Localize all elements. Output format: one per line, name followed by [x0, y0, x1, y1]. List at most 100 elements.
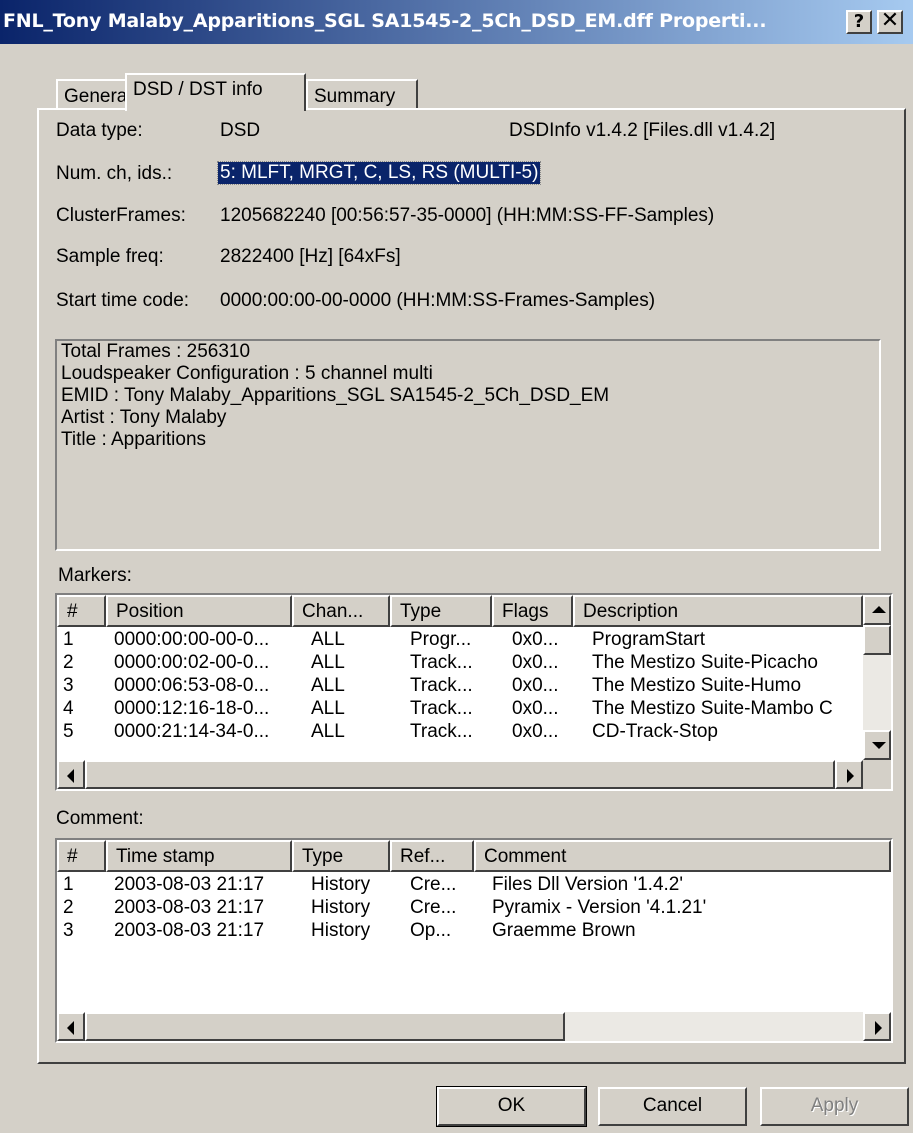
tab-general[interactable]: General — [56, 79, 132, 109]
comments-header: # Time stamp Type Ref... Comment — [57, 840, 891, 872]
markers-scroll-track[interactable] — [863, 655, 891, 730]
marker-cell: Progr... — [410, 629, 472, 650]
arrow-up-icon — [872, 606, 886, 613]
ok-button[interactable]: OK — [436, 1086, 587, 1127]
sample-freq-label: Sample freq: — [56, 246, 164, 267]
marker-cell: ALL — [311, 652, 345, 673]
textbox-line: Title : Apparitions — [61, 429, 207, 450]
size-corner — [863, 760, 891, 789]
markers-col-flags[interactable]: Flags — [492, 595, 573, 627]
textbox-line: Artist : Tony Malaby — [61, 407, 227, 428]
marker-cell: ALL — [311, 629, 345, 650]
marker-cell: Track... — [410, 721, 473, 742]
apply-button[interactable]: Apply — [760, 1087, 909, 1126]
num-channels-label: Num. ch, ids.: — [56, 163, 173, 184]
marker-cell: 0x0... — [512, 652, 559, 673]
version-text: DSDInfo v1.4.2 [Files.dll v1.4.2] — [509, 120, 776, 141]
tab-summary[interactable]: Summary — [306, 79, 418, 109]
marker-cell: 0x0... — [512, 675, 559, 696]
markers-hscroll-thumb[interactable] — [85, 760, 835, 789]
comment-cell: Files Dll Version '1.4.2' — [492, 874, 684, 895]
marker-cell: 0000:21:14-34-0... — [114, 721, 270, 742]
markers-scroll-left[interactable] — [57, 760, 85, 789]
marker-row[interactable]: 1 0000:00:00-00-0... ALL Progr... 0x0... Prog… — [57, 628, 863, 651]
comment-cell: History — [311, 897, 371, 918]
cluster-frames-value: 1205682240 [00:56:57-35-0000] (HH:MM:SS-… — [220, 205, 715, 226]
close-button[interactable]: ✕ — [877, 10, 903, 34]
marker-cell: 1 — [63, 629, 74, 650]
cancel-button[interactable]: Cancel — [598, 1087, 747, 1126]
comment-cell: Op... — [410, 920, 452, 941]
arrow-right-icon — [847, 769, 854, 783]
tab-dsd-dst-info[interactable]: DSD / DST info — [125, 73, 306, 111]
num-channels-value[interactable]: 5: MLFT, MRGT, C, LS, RS (MULTI-5) — [216, 161, 542, 185]
markers-scroll-down[interactable] — [863, 730, 891, 760]
info-textbox[interactable]: Total Frames : 256310 Loudspeaker Config… — [55, 339, 881, 551]
marker-cell: The Mestizo Suite-Humo — [592, 675, 802, 696]
comment-row[interactable]: 1 2003-08-03 21:17 History Cre... Files Dll… — [57, 873, 863, 896]
marker-cell: ProgramStart — [592, 629, 705, 650]
markers-scroll-right[interactable] — [835, 760, 863, 789]
marker-cell: 2 — [63, 652, 74, 673]
close-icon: ✕ — [880, 8, 900, 33]
data-type-value: DSD — [220, 120, 261, 141]
comments-hscroll-track[interactable] — [565, 1012, 863, 1041]
comments-list[interactable]: # Time stamp Type Ref... Comment 1 2003-0… — [55, 838, 893, 1043]
comments-scroll-right[interactable] — [863, 1012, 891, 1041]
marker-cell: ALL — [311, 675, 345, 696]
comments-col-comment[interactable]: Comment — [474, 840, 891, 872]
marker-cell: CD-Track-Stop — [592, 721, 718, 742]
comments-col-timestamp[interactable]: Time stamp — [106, 840, 292, 872]
comment-cell: 2 — [63, 897, 74, 918]
marker-row[interactable]: 2 0000:00:02-00-0... ALL Track... 0x0... The … — [57, 651, 863, 674]
marker-cell: The Mestizo Suite-Picacho — [592, 652, 818, 673]
tab-dsd-dst-info-label: DSD / DST info — [133, 79, 263, 100]
marker-cell: 5 — [63, 721, 74, 742]
title-bar[interactable]: FNL_Tony Malaby_Apparitions_SGL SA1545-2… — [0, 0, 913, 44]
marker-row[interactable]: 4 0000:12:16-18-0... ALL Track... 0x0... The … — [57, 697, 863, 720]
comment-cell: 2003-08-03 21:17 — [114, 920, 265, 941]
comment-cell: History — [311, 874, 371, 895]
comment-label: Comment: — [56, 808, 144, 829]
comment-row[interactable]: 3 2003-08-03 21:17 History Op... Graemme Bro… — [57, 919, 863, 942]
tab-general-label: General — [64, 86, 132, 107]
markers-scroll-thumb[interactable] — [863, 625, 891, 655]
comment-cell: Cre... — [410, 874, 457, 895]
marker-cell: 0000:00:02-00-0... — [114, 652, 270, 673]
textbox-line: EMID : Tony Malaby_Apparitions_SGL SA154… — [61, 385, 610, 406]
marker-cell: 0000:06:53-08-0... — [114, 675, 270, 696]
marker-row[interactable]: 5 0000:21:14-34-0... ALL Track... 0x0... CD-T… — [57, 720, 863, 743]
markers-list[interactable]: # Position Chan... Type Flags Descriptio… — [55, 593, 893, 791]
start-time-value: 0000:00:00-00-0000 (HH:MM:SS-Frames-Samp… — [220, 290, 656, 311]
help-button[interactable]: ? — [846, 10, 872, 34]
comment-cell: Pyramix - Version '4.1.21' — [492, 897, 707, 918]
comments-col-number[interactable]: # — [57, 840, 106, 872]
markers-col-position[interactable]: Position — [106, 595, 292, 627]
markers-col-description[interactable]: Description — [573, 595, 863, 627]
markers-col-channel[interactable]: Chan... — [292, 595, 390, 627]
markers-scroll-up[interactable] — [863, 595, 891, 625]
cluster-frames-label: ClusterFrames: — [56, 205, 186, 226]
comment-cell: 2003-08-03 21:17 — [114, 897, 265, 918]
marker-cell: ALL — [311, 698, 345, 719]
window-title: FNL_Tony Malaby_Apparitions_SGL SA1545-2… — [3, 10, 767, 32]
comment-cell: 1 — [63, 874, 74, 895]
comments-scroll-left[interactable] — [57, 1012, 85, 1041]
markers-col-number[interactable]: # — [57, 595, 106, 627]
comment-row[interactable]: 2 2003-08-03 21:17 History Cre... Pyramix - … — [57, 896, 863, 919]
comment-cell: Cre... — [410, 897, 457, 918]
marker-cell: 4 — [63, 698, 74, 719]
sample-freq-value: 2822400 [Hz] [64xFs] — [220, 246, 401, 267]
comments-col-ref[interactable]: Ref... — [390, 840, 474, 872]
marker-cell: Track... — [410, 652, 473, 673]
tab-summary-label: Summary — [314, 86, 396, 107]
textbox-line: Loudspeaker Configuration : 5 channel mu… — [61, 363, 433, 384]
comments-hscroll-thumb[interactable] — [85, 1012, 565, 1041]
markers-col-type[interactable]: Type — [390, 595, 492, 627]
arrow-left-icon — [67, 1021, 74, 1035]
data-type-label: Data type: — [56, 120, 143, 141]
comment-cell: History — [311, 920, 371, 941]
marker-row[interactable]: 3 0000:06:53-08-0... ALL Track... 0x0... The … — [57, 674, 863, 697]
comments-col-type[interactable]: Type — [292, 840, 390, 872]
marker-cell: ALL — [311, 721, 345, 742]
